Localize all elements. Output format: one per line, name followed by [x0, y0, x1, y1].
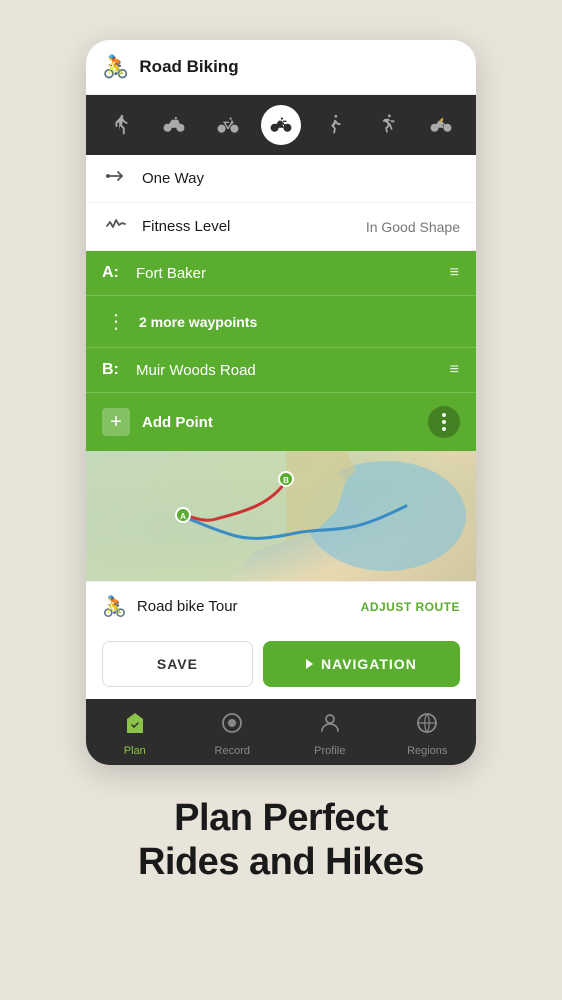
bottom-nav: Plan Record Profile Regions — [86, 699, 476, 765]
header-title: Road Biking — [139, 57, 238, 77]
add-point-row[interactable]: + Add Point — [86, 392, 476, 451]
save-button[interactable]: SAVE — [102, 641, 253, 687]
one-way-icon — [102, 168, 130, 189]
svg-text:A: A — [180, 512, 186, 521]
nav-arrow-icon — [306, 659, 313, 669]
plan-icon — [123, 711, 147, 741]
tab-mountain-bike[interactable] — [208, 105, 248, 145]
navigation-label: NAVIGATION — [321, 656, 417, 672]
nav-profile[interactable]: Profile — [281, 707, 379, 761]
add-point-icon: + — [102, 408, 130, 436]
waypoint-b-handle[interactable]: ≡ — [450, 361, 460, 379]
waypoint-b-text: Muir Woods Road — [136, 362, 450, 379]
svg-text:B: B — [283, 476, 289, 485]
more-options-button[interactable] — [428, 406, 460, 438]
tab-trail-running[interactable] — [314, 105, 354, 145]
waypoint-start[interactable]: A: Fort Baker ≡ — [86, 251, 476, 295]
nav-record[interactable]: Record — [184, 707, 282, 761]
route-title: Road bike Tour — [137, 598, 361, 615]
waypoints-section: A: Fort Baker ≡ ⋮ 2 more waypoints B: Mu… — [86, 251, 476, 451]
waypoint-b-label: B: — [102, 361, 126, 379]
activity-type-icon: 🚴 — [102, 54, 129, 80]
tab-ebike[interactable]: ⚡ — [421, 105, 461, 145]
waypoint-a-label: A: — [102, 264, 126, 282]
nav-regions[interactable]: Regions — [379, 707, 477, 761]
waypoint-more[interactable]: ⋮ 2 more waypoints — [86, 295, 476, 347]
profile-icon — [318, 711, 342, 741]
adjust-route-button[interactable]: ADJUST ROUTE — [361, 600, 460, 614]
waypoint-a-handle[interactable]: ≡ — [450, 264, 460, 282]
activity-tabs: ⚡ — [86, 95, 476, 155]
option-fitness[interactable]: Fitness Level In Good Shape — [86, 203, 476, 251]
tab-road-bike[interactable] — [261, 105, 301, 145]
regions-label: Regions — [407, 745, 447, 757]
tab-hiking[interactable] — [101, 105, 141, 145]
fitness-label: Fitness Level — [142, 218, 366, 235]
add-point-label: Add Point — [142, 414, 428, 431]
plan-label: Plan — [124, 745, 146, 757]
header-row: 🚴 Road Biking — [86, 40, 476, 95]
footer-line1: Plan Perfect Rides and Hikes — [138, 797, 424, 884]
navigation-button[interactable]: NAVIGATION — [263, 641, 460, 687]
fitness-icon — [102, 216, 130, 237]
one-way-label: One Way — [142, 170, 460, 187]
tab-running[interactable] — [368, 105, 408, 145]
option-one-way[interactable]: One Way — [86, 155, 476, 203]
map-view[interactable]: B A — [86, 451, 476, 581]
svg-text:⚡: ⚡ — [439, 116, 445, 123]
record-label: Record — [215, 745, 250, 757]
fitness-value: In Good Shape — [366, 219, 460, 235]
tab-cycling[interactable] — [154, 105, 194, 145]
footer-text: Plan Perfect Rides and Hikes — [98, 797, 464, 884]
phone-mockup: 🚴 Road Biking ⚡ — [86, 40, 476, 765]
regions-icon — [415, 711, 439, 741]
waypoint-a-text: Fort Baker — [136, 265, 450, 282]
record-icon — [220, 711, 244, 741]
bottom-icon: 🚴 — [102, 594, 127, 619]
waypoint-more-text: 2 more waypoints — [139, 314, 460, 330]
action-buttons: SAVE NAVIGATION — [86, 631, 476, 699]
nav-plan[interactable]: Plan — [86, 707, 184, 761]
profile-label: Profile — [314, 745, 345, 757]
bottom-info-bar: 🚴 Road bike Tour ADJUST ROUTE — [86, 581, 476, 631]
waypoint-end[interactable]: B: Muir Woods Road ≡ — [86, 347, 476, 392]
